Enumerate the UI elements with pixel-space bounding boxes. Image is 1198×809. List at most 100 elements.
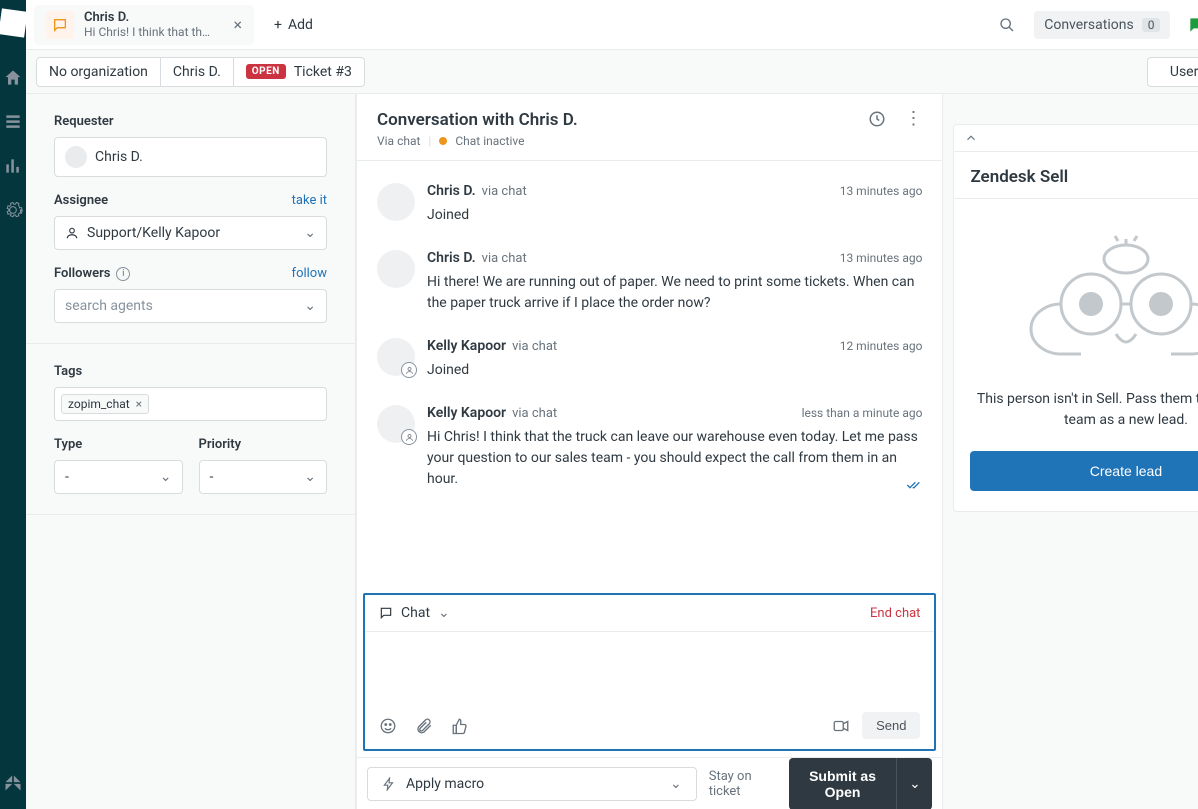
stay-on-ticket[interactable]: Stay on ticket — [709, 769, 773, 799]
sell-title: Zendesk Sell — [970, 167, 1068, 187]
nav-rail — [0, 0, 26, 809]
chat-status-button[interactable] — [1180, 8, 1198, 42]
ticket-number: Ticket #3 — [294, 64, 352, 80]
read-receipt-icon — [906, 480, 922, 490]
more-icon[interactable]: ⋮ — [904, 110, 922, 128]
settings-icon[interactable] — [3, 200, 23, 220]
zendesk-products-icon[interactable] — [3, 773, 23, 793]
end-chat-link[interactable]: End chat — [870, 606, 920, 621]
message-time: 12 minutes ago — [840, 339, 923, 353]
collapse-button[interactable] — [954, 125, 1198, 152]
type-value: - — [65, 469, 69, 485]
remove-tag-icon[interactable]: × — [136, 397, 142, 411]
message: Chris D. via chat13 minutes agoHi there!… — [377, 238, 922, 326]
home-icon[interactable] — [3, 68, 23, 88]
conversation-panel: Conversation with Chris D. Via chat | Ch… — [356, 94, 943, 809]
zendesk-sell-card: Zendesk Sell — [953, 124, 1198, 512]
assignee-select[interactable]: Support/Kelly Kapoor ⌄ — [54, 216, 327, 250]
status-dot-icon — [439, 137, 447, 145]
message-via: via chat — [512, 406, 557, 421]
chevron-down-icon: ⌄ — [438, 605, 450, 621]
type-label: Type — [54, 437, 183, 452]
chevron-down-icon: ⌄ — [304, 225, 316, 241]
type-select[interactable]: - ⌄ — [54, 460, 183, 494]
attachment-icon[interactable] — [415, 717, 433, 735]
assignee-label: Assignee — [54, 193, 108, 208]
avatar — [377, 338, 415, 376]
breadcrumb-ticket[interactable]: OPEN Ticket #3 — [234, 57, 365, 87]
message-author: Chris D. — [427, 183, 476, 199]
composer: Chat ⌄ End chat — [363, 593, 936, 751]
priority-select[interactable]: - ⌄ — [199, 460, 328, 494]
conversation-title: Conversation with Chris D. — [377, 110, 578, 130]
message-time: 13 minutes ago — [840, 251, 923, 265]
agent-badge-icon — [401, 429, 417, 445]
via-label: Via chat — [377, 134, 420, 148]
avatar — [377, 405, 415, 443]
composer-textarea[interactable] — [365, 632, 934, 702]
refresh-apps-button[interactable] — [953, 104, 1198, 120]
knowledge-icon[interactable] — [832, 717, 850, 735]
reply-mode-label: Chat — [401, 605, 430, 621]
chat-status: Chat inactive — [455, 134, 524, 148]
add-label: Add — [288, 17, 313, 33]
requester-input[interactable]: Chris D. — [54, 137, 327, 177]
agent-badge-icon — [401, 362, 417, 378]
requester-value: Chris D. — [95, 149, 143, 165]
message-time: 13 minutes ago — [840, 184, 923, 198]
message-author: Kelly Kapoor — [427, 405, 506, 421]
emoji-icon[interactable] — [379, 717, 397, 735]
message-via: via chat — [512, 339, 557, 354]
ticket-tab[interactable]: Chris D. Hi Chris! I think that th… × — [34, 5, 254, 45]
avatar — [377, 250, 415, 288]
chevron-down-icon: ⌄ — [304, 469, 316, 485]
priority-value: - — [210, 469, 214, 485]
followers-input[interactable]: search agents ⌄ — [54, 289, 327, 323]
create-lead-button[interactable]: Create lead — [970, 451, 1198, 491]
conversations-label: Conversations — [1044, 17, 1133, 33]
follow-link[interactable]: follow — [292, 266, 327, 281]
history-icon[interactable] — [868, 110, 886, 128]
toggle-user[interactable]: User — [1147, 57, 1198, 87]
message-text: Joined — [427, 205, 922, 226]
take-it-link[interactable]: take it — [292, 193, 327, 208]
message-author: Kelly Kapoor — [427, 338, 506, 354]
close-icon[interactable]: × — [233, 15, 242, 34]
chevron-up-icon — [964, 131, 978, 145]
conversations-button[interactable]: Conversations 0 — [1034, 11, 1170, 39]
search-button[interactable] — [990, 8, 1024, 42]
chevron-down-icon: ⌄ — [160, 469, 172, 485]
message: Kelly Kapoor via chat less than a minute … — [377, 393, 922, 502]
plus-icon: + — [274, 17, 282, 33]
chevron-down-icon: ⌄ — [304, 298, 316, 314]
reply-mode-select[interactable]: Chat ⌄ — [379, 605, 450, 621]
add-tab-button[interactable]: + Add — [262, 17, 325, 33]
tags-label: Tags — [54, 364, 327, 379]
breadcrumb-org[interactable]: No organization — [36, 57, 161, 87]
message-time: less than a minute ago — [802, 406, 923, 420]
breadcrumb-user[interactable]: Chris D. — [161, 57, 234, 87]
priority-label: Priority — [199, 437, 328, 452]
tag-value: zopim_chat — [68, 397, 130, 411]
tags-input[interactable]: zopim_chat × — [54, 387, 327, 421]
lightning-icon — [382, 777, 396, 791]
chevron-down-icon: ⌄ — [670, 776, 682, 792]
views-icon[interactable] — [3, 112, 23, 132]
info-icon[interactable]: i — [116, 267, 130, 281]
message: Kelly Kapoor via chat12 minutes agoJoine… — [377, 326, 922, 393]
reports-icon[interactable] — [3, 156, 23, 176]
brand-logo — [0, 8, 28, 37]
tabs-bar: Chris D. Hi Chris! I think that th… × + … — [26, 0, 1198, 50]
send-button[interactable]: Send — [862, 712, 920, 739]
message-via: via chat — [482, 251, 527, 266]
submit-button[interactable]: Submit as Open — [789, 758, 896, 809]
message-text: Hi there! We are running out of paper. W… — [427, 272, 922, 314]
messages-list: Chris D. via chat13 minutes agoJoinedChr… — [357, 161, 942, 593]
submit-caret-button[interactable]: ⌄ — [896, 758, 932, 809]
thumbs-up-icon[interactable] — [451, 717, 469, 735]
open-badge: OPEN — [246, 64, 286, 79]
ticket-fields-panel: Requester Chris D. Assignee take it Supp… — [26, 94, 356, 809]
apply-macro-button[interactable]: Apply macro ⌄ — [367, 767, 697, 801]
binoculars-illustration — [1006, 219, 1198, 369]
message: Chris D. via chat13 minutes agoJoined — [377, 171, 922, 238]
